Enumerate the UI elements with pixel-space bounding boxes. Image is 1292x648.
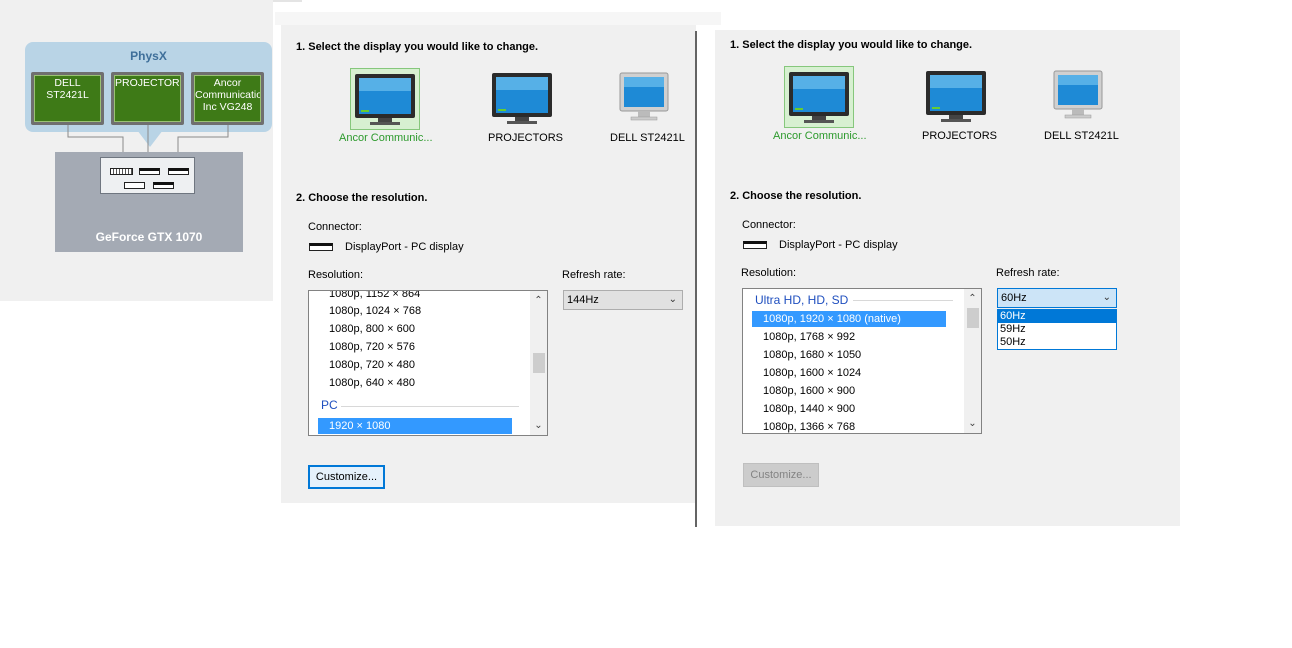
resolution-scrollbar[interactable]: ⌃ ⌄ — [964, 289, 981, 433]
chevron-down-icon[interactable]: ⌄ — [964, 415, 981, 432]
gpu-ports — [100, 157, 195, 194]
resolution-item-selected[interactable]: 1080p, 1920 × 1080 (native) — [752, 311, 946, 327]
group-divider — [853, 300, 953, 301]
resolution-item[interactable]: 1080p, 1600 × 900 — [763, 385, 855, 397]
chevron-down-icon: ⌄ — [668, 294, 677, 305]
refresh-rate-dropdown[interactable]: 60Hz ⌄ — [997, 288, 1117, 308]
connector-label: Connector: — [742, 219, 796, 231]
resolution-item[interactable]: 1080p, 720 × 480 — [329, 359, 415, 371]
connector-value: DisplayPort - PC display — [779, 239, 898, 251]
resolution-scrollbar[interactable]: ⌃ ⌄ — [530, 291, 547, 435]
resolution-item[interactable]: 1080p, 1440 × 900 — [763, 403, 855, 415]
refresh-rate-label: Refresh rate: — [996, 267, 1060, 279]
customize-button[interactable]: Customize... — [743, 463, 819, 487]
connector-lines — [67, 125, 229, 168]
hdmi-port-icon — [124, 182, 145, 189]
refresh-option[interactable]: 60Hz — [998, 310, 1116, 323]
displayport-icon — [309, 243, 333, 251]
resolution-label: Resolution: — [308, 269, 364, 281]
refresh-rate-value: 60Hz — [1001, 292, 1027, 304]
monitor-icon — [789, 72, 849, 123]
scroll-thumb[interactable] — [533, 353, 545, 373]
monitor-icon[interactable] — [619, 71, 671, 127]
resolution-item[interactable]: 1080p, 1366 × 768 — [763, 421, 855, 433]
refresh-rate-dropdown[interactable]: 144Hz ⌄ — [563, 290, 683, 310]
displayport-icon — [139, 168, 160, 175]
chevron-up-icon[interactable]: ⌃ — [964, 290, 981, 307]
chevron-up-icon[interactable]: ⌃ — [530, 292, 547, 309]
physx-configuration-panel: PhysX DELL ST2421L PROJECTORS Ancor Comm… — [0, 0, 273, 301]
displayport-icon — [743, 241, 767, 249]
resolution-list[interactable]: Ultra HD, HD, SD 1080p, 1920 × 1080 (nat… — [742, 288, 982, 434]
scroll-thumb[interactable] — [967, 308, 979, 328]
display-label[interactable]: PROJECTORS — [922, 130, 997, 142]
panel-divider — [695, 31, 697, 527]
customize-button[interactable]: Customize... — [308, 465, 385, 489]
change-resolution-panel: 1. Select the display you would like to … — [715, 30, 1180, 526]
gpu-name: GeForce GTX 1070 — [95, 230, 203, 244]
step2-heading: 2. Choose the resolution. — [730, 190, 862, 202]
change-resolution-panel: 1. Select the display you would like to … — [281, 25, 696, 503]
gpu-card[interactable]: GeForce GTX 1070 — [55, 152, 243, 252]
refresh-rate-value: 144Hz — [567, 294, 599, 306]
refresh-rate-label: Refresh rate: — [562, 269, 626, 281]
refresh-option[interactable]: 50Hz — [998, 336, 1116, 349]
step1-heading: 1. Select the display you would like to … — [296, 41, 539, 53]
refresh-rate-options[interactable]: 60Hz 59Hz 50Hz — [997, 309, 1117, 350]
resolution-item-selected[interactable]: 1920 × 1080 — [318, 418, 512, 434]
display-label[interactable]: Ancor Communic... — [773, 130, 867, 142]
resolution-list[interactable]: 1080p, 1152 × 864 1080p, 1024 × 768 1080… — [308, 290, 548, 436]
monitor-icon[interactable] — [925, 68, 987, 124]
display-label[interactable]: PROJECTORS — [488, 132, 563, 144]
display-label[interactable]: DELL ST2421L — [610, 132, 685, 144]
resolution-item[interactable]: 1080p, 640 × 480 — [329, 377, 415, 389]
resolution-item[interactable]: 1080p, 1152 × 864 — [329, 291, 420, 300]
display-choice-ancor[interactable] — [784, 66, 854, 128]
resolution-item[interactable]: 1080p, 1680 × 1050 — [763, 349, 861, 361]
chevron-down-icon[interactable]: ⌄ — [530, 417, 547, 434]
monitor-icon[interactable] — [1053, 69, 1105, 125]
resolution-group-label: PC — [321, 398, 338, 412]
displayport-icon — [168, 168, 189, 175]
step1-heading: 1. Select the display you would like to … — [730, 39, 973, 51]
resolution-item[interactable]: 1080p, 720 × 576 — [329, 341, 415, 353]
monitor-icon — [355, 74, 415, 125]
dvi-port-icon — [110, 168, 133, 175]
resolution-item[interactable]: 1080p, 800 × 600 — [329, 323, 415, 335]
resolution-item[interactable]: 1080p, 1600 × 1024 — [763, 367, 861, 379]
resolution-item[interactable]: 1080p, 1768 × 992 — [763, 331, 855, 343]
resolution-item[interactable]: 1080p, 1024 × 768 — [329, 305, 421, 317]
connector-value: DisplayPort - PC display — [345, 241, 464, 253]
step2-heading: 2. Choose the resolution. — [296, 192, 428, 204]
resolution-group-label: Ultra HD, HD, SD — [755, 293, 849, 307]
connector-label: Connector: — [308, 221, 362, 233]
display-choice-ancor[interactable] — [350, 68, 420, 130]
refresh-option[interactable]: 59Hz — [998, 323, 1116, 336]
display-label[interactable]: DELL ST2421L — [1044, 130, 1119, 142]
displayport-icon — [153, 182, 174, 189]
chevron-down-icon: ⌄ — [1102, 292, 1111, 303]
monitor-icon[interactable] — [491, 70, 553, 126]
display-label[interactable]: Ancor Communic... — [339, 132, 433, 144]
panel-top-edge — [275, 12, 721, 25]
resolution-label: Resolution: — [741, 267, 797, 279]
group-divider — [341, 406, 519, 407]
